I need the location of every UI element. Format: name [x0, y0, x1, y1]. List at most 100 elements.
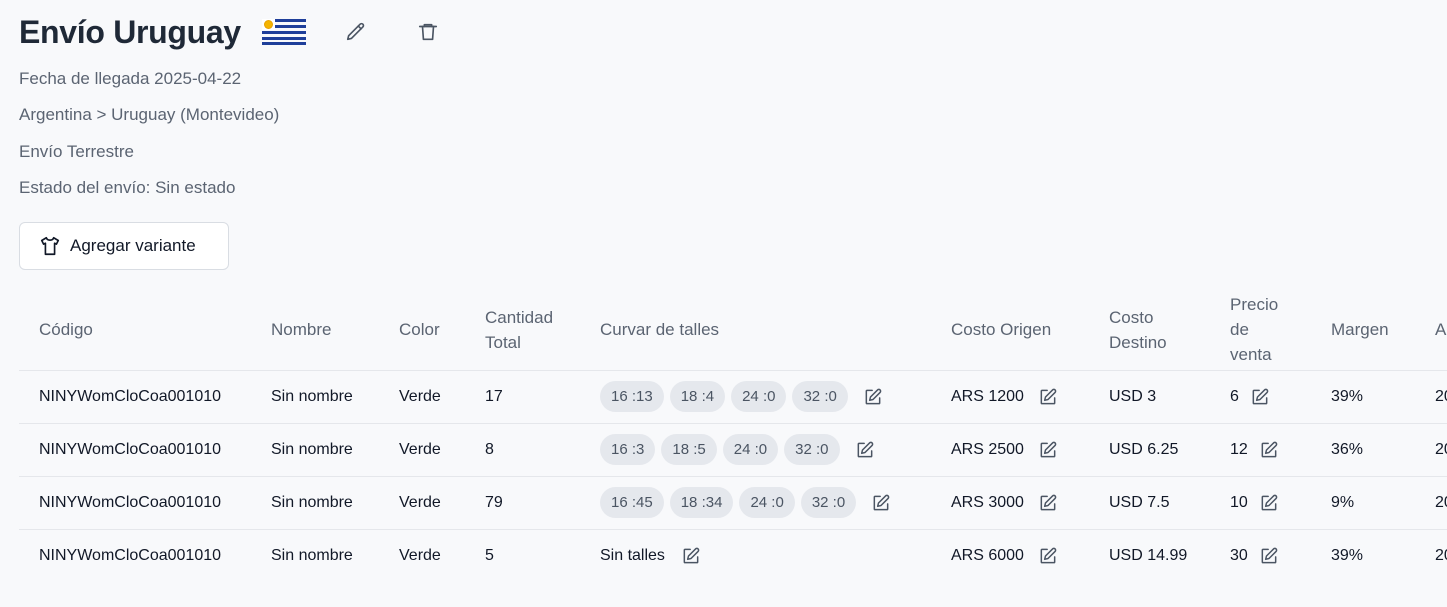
cell-color: Verde [379, 422, 465, 476]
size-chip: 32 :0 [792, 381, 848, 412]
price-value: 12 [1230, 440, 1248, 458]
cell-qty: 8 [465, 422, 580, 476]
col-header-margin: Margen [1331, 320, 1389, 340]
cell-code: NINYWomCloCoa001010 [19, 369, 251, 423]
cell-extra: 20 [1415, 475, 1447, 529]
col-header-color: Color [399, 320, 440, 340]
edit-sizes-button[interactable] [855, 440, 875, 460]
edit-sizes-button[interactable] [863, 387, 883, 407]
col-header-name: Nombre [271, 320, 332, 340]
cell-origin-cost: ARS 6000 [931, 528, 1089, 582]
edit-price-button[interactable] [1250, 387, 1270, 407]
edit-origin-cost-button[interactable] [1038, 546, 1058, 566]
edit-square-icon [1261, 441, 1278, 457]
edit-square-icon [865, 388, 882, 404]
route: Argentina > Uruguay (Montevideo) [19, 105, 280, 124]
edit-price-button[interactable] [1259, 546, 1279, 566]
origin-cost-value: ARS 6000 [951, 546, 1024, 564]
page-title: Envío Uruguay [19, 13, 241, 50]
edit-price-button[interactable] [1259, 440, 1279, 460]
col-header-qty: Cantidad Total [485, 307, 554, 352]
cell-dest-cost: USD 7.5 [1089, 475, 1210, 529]
no-sizes-label: Sin talles [600, 546, 665, 564]
cell-name: Sin nombre [251, 422, 379, 476]
table-row: NINYWomCloCoa001010 Sin nombre Verde 17 16 :… [19, 369, 1447, 423]
col-header-price: Precio de venta [1230, 295, 1279, 365]
cell-sizes: Sin talles [580, 528, 931, 582]
col-header-origin-cost: Costo Origen [951, 320, 1052, 340]
size-chip: 32 :0 [800, 487, 857, 518]
table-row: NINYWomCloCoa001010 Sin nombre Verde 8 16 :3… [19, 422, 1447, 476]
shirt-icon [40, 236, 60, 256]
edit-origin-cost-button[interactable] [1038, 440, 1058, 460]
cell-price: 10 [1210, 475, 1311, 529]
cell-margin: 39% [1311, 528, 1415, 582]
cell-dest-cost: USD 6.25 [1089, 422, 1210, 476]
edit-square-icon [1040, 441, 1057, 457]
cell-origin-cost: ARS 3000 [931, 475, 1089, 529]
size-chip: 16 :3 [600, 434, 656, 465]
arrival-date: Fecha de llegada 2025-04-22 [19, 69, 242, 88]
col-header-extra: A [1435, 320, 1447, 340]
price-value: 30 [1230, 546, 1248, 564]
cell-margin: 39% [1311, 369, 1415, 423]
cell-name: Sin nombre [251, 475, 379, 529]
delete-shipment-button[interactable] [417, 21, 439, 43]
size-chip: 24 :0 [739, 487, 795, 518]
edit-square-icon [1040, 494, 1057, 510]
col-header-sizes: Curvar de talles [600, 320, 720, 340]
table-row: NINYWomCloCoa001010 Sin nombre Verde 79 16 :… [19, 475, 1447, 529]
cell-color: Verde [379, 475, 465, 529]
shipping-method: Envío Terrestre [19, 142, 134, 161]
size-chip: 16 :13 [600, 381, 664, 412]
cell-name: Sin nombre [251, 369, 379, 423]
cell-name: Sin nombre [251, 528, 379, 582]
cell-margin: 9% [1311, 475, 1415, 529]
cell-extra: 20 [1415, 369, 1447, 423]
cell-origin-cost: ARS 2500 [931, 422, 1089, 476]
cell-qty: 17 [465, 369, 580, 423]
origin-cost-value: ARS 2500 [951, 440, 1024, 458]
col-header-code: Código [39, 320, 93, 340]
cell-color: Verde [379, 528, 465, 582]
edit-square-icon [1040, 547, 1057, 564]
edit-price-button[interactable] [1259, 493, 1279, 513]
cell-extra: 20 [1415, 422, 1447, 476]
cell-price: 30 [1210, 528, 1311, 582]
cell-price: 6 [1210, 369, 1311, 423]
edit-square-icon [1040, 388, 1057, 404]
size-chip: 18 :5 [661, 434, 717, 465]
cell-extra: 20 [1415, 528, 1447, 582]
cell-origin-cost: ARS 1200 [931, 369, 1089, 423]
shipment-status: Estado del envío: Sin estado [19, 178, 236, 197]
edit-square-icon [683, 547, 700, 564]
cell-dest-cost: USD 3 [1089, 369, 1210, 423]
price-value: 6 [1230, 387, 1239, 405]
size-chip: 24 :0 [722, 434, 779, 465]
cell-price: 12 [1210, 422, 1311, 476]
table-header-row: Código Nombre Color Cantidad Total Curva… [19, 290, 1447, 370]
size-chip: 16 :45 [600, 487, 664, 518]
origin-cost-value: ARS 1200 [951, 387, 1024, 405]
edit-origin-cost-button[interactable] [1038, 493, 1058, 513]
pencil-icon [346, 22, 365, 41]
size-chip: 18 :34 [669, 487, 734, 518]
variants-table: Código Nombre Color Cantidad Total Curva… [19, 290, 1447, 607]
cell-code: NINYWomCloCoa001010 [19, 422, 251, 476]
add-variant-button[interactable]: Agregar variante [19, 222, 229, 270]
cell-dest-cost: USD 14.99 [1089, 528, 1210, 582]
uruguay-flag-icon [261, 19, 306, 45]
size-chip: 18 :4 [669, 381, 726, 412]
edit-sizes-button[interactable] [681, 546, 701, 566]
cell-code: NINYWomCloCoa001010 [19, 528, 251, 582]
cell-qty: 79 [465, 475, 580, 529]
edit-shipment-button[interactable] [345, 21, 367, 43]
col-header-dest-cost: Costo Destino [1109, 307, 1167, 352]
header: Envío Uruguay [19, 12, 439, 52]
edit-origin-cost-button[interactable] [1038, 387, 1058, 407]
size-chip: 24 :0 [731, 381, 787, 412]
edit-sizes-button[interactable] [871, 493, 891, 513]
cell-color: Verde [379, 369, 465, 423]
table-row: NINYWomCloCoa001010 Sin nombre Verde 5 Sin t… [19, 528, 1447, 582]
cell-sizes: 16 :3 18 :5 24 :0 32 :0 [580, 422, 931, 476]
